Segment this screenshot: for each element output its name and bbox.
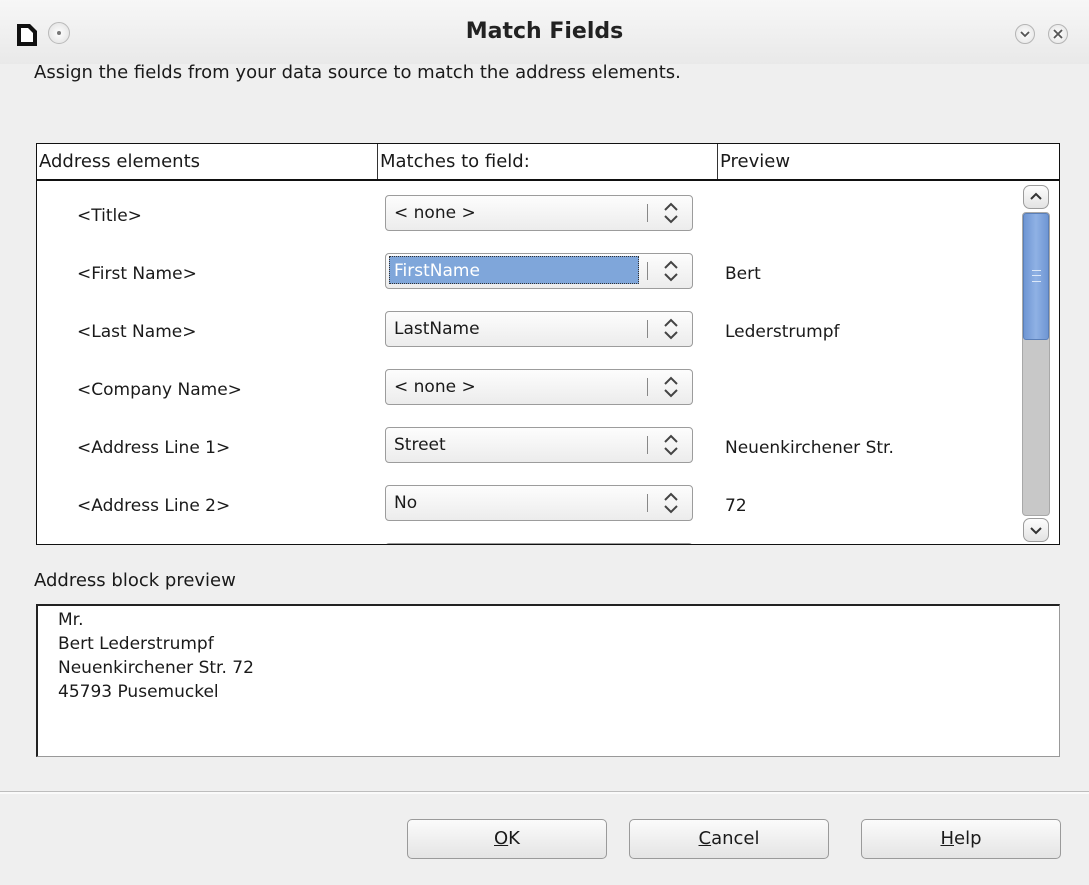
instruction-text: Assign the fields from your data source … <box>34 62 681 83</box>
spin-arrows-icon <box>664 260 678 282</box>
spin-arrows-icon <box>664 434 678 456</box>
spin-arrows-icon <box>664 492 678 514</box>
spin-arrows-icon <box>664 202 678 224</box>
preview-value: 72 <box>725 496 747 516</box>
address-element-label: <Title> <box>77 206 142 226</box>
field-select-next[interactable] <box>385 543 693 544</box>
table-row-partial <box>37 538 1017 544</box>
column-header-matches-to-field: Matches to field: <box>377 144 717 179</box>
field-select-title[interactable]: < none > <box>385 195 693 231</box>
divider <box>0 791 1089 794</box>
table-row: <Company Name> < none > <box>37 364 1017 422</box>
vertical-scrollbar[interactable] <box>1020 185 1054 542</box>
grip-icon <box>1032 270 1041 282</box>
scroll-track[interactable] <box>1022 212 1050 516</box>
field-select-address-line-2[interactable]: No <box>385 485 693 521</box>
preview-value: Lederstrumpf <box>725 322 840 342</box>
column-header-preview: Preview <box>717 144 1059 179</box>
table-row: <Last Name> LastName Lederstrumpf <box>37 306 1017 364</box>
address-block-preview-label: Address block preview <box>34 570 236 591</box>
address-element-label: <Address Line 2> <box>77 496 231 516</box>
field-select-value: LastName <box>394 319 480 339</box>
minimize-icon[interactable] <box>1015 24 1035 44</box>
address-block-preview: Mr. Bert Lederstrumpf Neuenkirchener Str… <box>36 604 1060 757</box>
cancel-button[interactable]: Cancel <box>629 819 829 859</box>
field-select-value: Street <box>394 435 446 455</box>
table-header: Address elements Matches to field: Previ… <box>37 144 1059 181</box>
table-row: <Address Line 1> Street Neuenkirchener S… <box>37 422 1017 480</box>
preview-line: Neuenkirchener Str. 72 <box>58 658 254 678</box>
table-row: <First Name> FirstName Bert <box>37 248 1017 306</box>
field-select-last-name[interactable]: LastName <box>385 311 693 347</box>
field-select-address-line-1[interactable]: Street <box>385 427 693 463</box>
preview-line: Bert Lederstrumpf <box>58 634 214 654</box>
spin-arrows-icon <box>664 376 678 398</box>
column-header-address-elements: Address elements <box>39 151 201 172</box>
table-row: <Address Line 2> No 72 <box>37 480 1017 538</box>
field-select-value: < none > <box>394 203 476 223</box>
title-bar: Match Fields <box>0 0 1089 64</box>
address-element-label: <First Name> <box>77 264 197 284</box>
help-button[interactable]: Help <box>861 819 1061 859</box>
chevron-down-icon <box>1030 527 1042 535</box>
preview-value: Bert <box>725 264 761 284</box>
ok-button[interactable]: OK <box>407 819 607 859</box>
window-title: Match Fields <box>465 19 624 44</box>
close-icon[interactable] <box>1048 24 1068 44</box>
preview-line: Mr. <box>58 610 84 630</box>
preview-line: 45793 Pusemuckel <box>58 682 219 702</box>
spin-arrows-icon <box>664 318 678 340</box>
field-select-value: No <box>394 493 418 513</box>
field-select-company-name[interactable]: < none > <box>385 369 693 405</box>
address-element-label: <Address Line 1> <box>77 438 231 458</box>
table-row: <Title> < none > <box>37 190 1017 248</box>
address-element-label: <Company Name> <box>77 380 242 400</box>
scroll-up-button[interactable] <box>1023 185 1049 209</box>
address-element-label: <Last Name> <box>77 322 197 342</box>
field-select-value: FirstName <box>389 256 639 284</box>
field-select-first-name[interactable]: FirstName <box>385 253 693 289</box>
scroll-down-button[interactable] <box>1023 518 1049 542</box>
field-select-value: < none > <box>394 377 476 397</box>
match-fields-table: Address elements Matches to field: Previ… <box>36 143 1060 545</box>
preview-value: Neuenkirchener Str. <box>725 438 894 458</box>
scroll-thumb[interactable] <box>1023 213 1049 340</box>
chevron-up-icon <box>1030 192 1042 200</box>
